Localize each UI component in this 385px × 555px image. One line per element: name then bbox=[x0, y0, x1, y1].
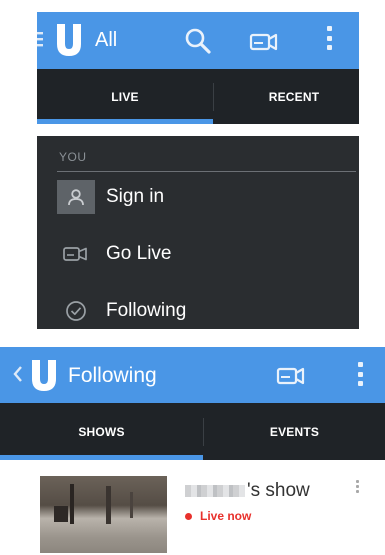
logo-u-icon[interactable] bbox=[55, 24, 83, 61]
broadcast-camera-icon[interactable] bbox=[276, 364, 306, 391]
drawer-item-label: Following bbox=[106, 300, 187, 321]
drawer-item-go-live[interactable]: Go Live bbox=[57, 234, 347, 274]
search-icon[interactable] bbox=[184, 27, 212, 60]
top-tab-strip: LIVE RECENT bbox=[37, 69, 359, 124]
section-divider bbox=[57, 171, 356, 172]
item-overflow-menu-icon[interactable] bbox=[356, 480, 359, 493]
back-chevron-icon[interactable] bbox=[13, 365, 23, 388]
check-circle-icon bbox=[57, 294, 95, 328]
top-action-bar: All bbox=[37, 12, 359, 69]
tab-live[interactable]: LIVE bbox=[37, 69, 213, 124]
overflow-menu-icon[interactable] bbox=[327, 26, 332, 50]
tab-live-label: LIVE bbox=[111, 89, 139, 104]
bottom-screen: Following SHOWS EVENTS 's show Live now bbox=[0, 347, 385, 554]
selected-tab-indicator bbox=[37, 119, 213, 124]
shows-list: 's show Live now bbox=[0, 460, 385, 554]
tab-recent-label: RECENT bbox=[268, 89, 320, 104]
drawer-item-following[interactable]: Following bbox=[57, 291, 347, 329]
redacted-username bbox=[185, 485, 245, 497]
live-status: Live now bbox=[185, 509, 251, 523]
tab-recent[interactable]: RECENT bbox=[214, 69, 359, 124]
logo-u-icon[interactable] bbox=[30, 360, 58, 396]
tab-events-label: EVENTS bbox=[269, 424, 320, 439]
show-title: 's show bbox=[185, 480, 310, 502]
actionbar-title: Following bbox=[68, 364, 157, 387]
menu-drawer-icon[interactable] bbox=[37, 30, 45, 48]
tab-shows[interactable]: SHOWS bbox=[0, 403, 203, 460]
actionbar-title: All bbox=[95, 29, 118, 51]
top-screen: All LIVE RECENT YOU Sign in Go Live Foll… bbox=[37, 12, 359, 329]
tab-events[interactable]: EVENTS bbox=[204, 403, 385, 460]
overflow-menu-icon[interactable] bbox=[358, 362, 363, 386]
show-title-suffix: 's show bbox=[247, 480, 310, 501]
broadcast-camera-icon bbox=[57, 237, 95, 271]
live-status-label: Live now bbox=[200, 509, 252, 523]
bottom-tab-strip: SHOWS EVENTS bbox=[0, 403, 385, 460]
section-header-you: YOU bbox=[59, 150, 87, 164]
live-dot-icon bbox=[185, 512, 192, 520]
tab-shows-label: SHOWS bbox=[78, 424, 125, 439]
drawer-item-label: Go Live bbox=[106, 243, 172, 264]
drawer-item-label: Sign in bbox=[106, 186, 165, 207]
navigation-drawer: YOU Sign in Go Live Following bbox=[37, 136, 359, 329]
drawer-item-sign-in[interactable]: Sign in bbox=[57, 177, 347, 217]
bottom-action-bar: Following bbox=[0, 347, 385, 403]
broadcast-camera-icon[interactable] bbox=[249, 30, 279, 57]
person-icon bbox=[57, 180, 95, 214]
show-thumbnail[interactable] bbox=[40, 476, 167, 553]
